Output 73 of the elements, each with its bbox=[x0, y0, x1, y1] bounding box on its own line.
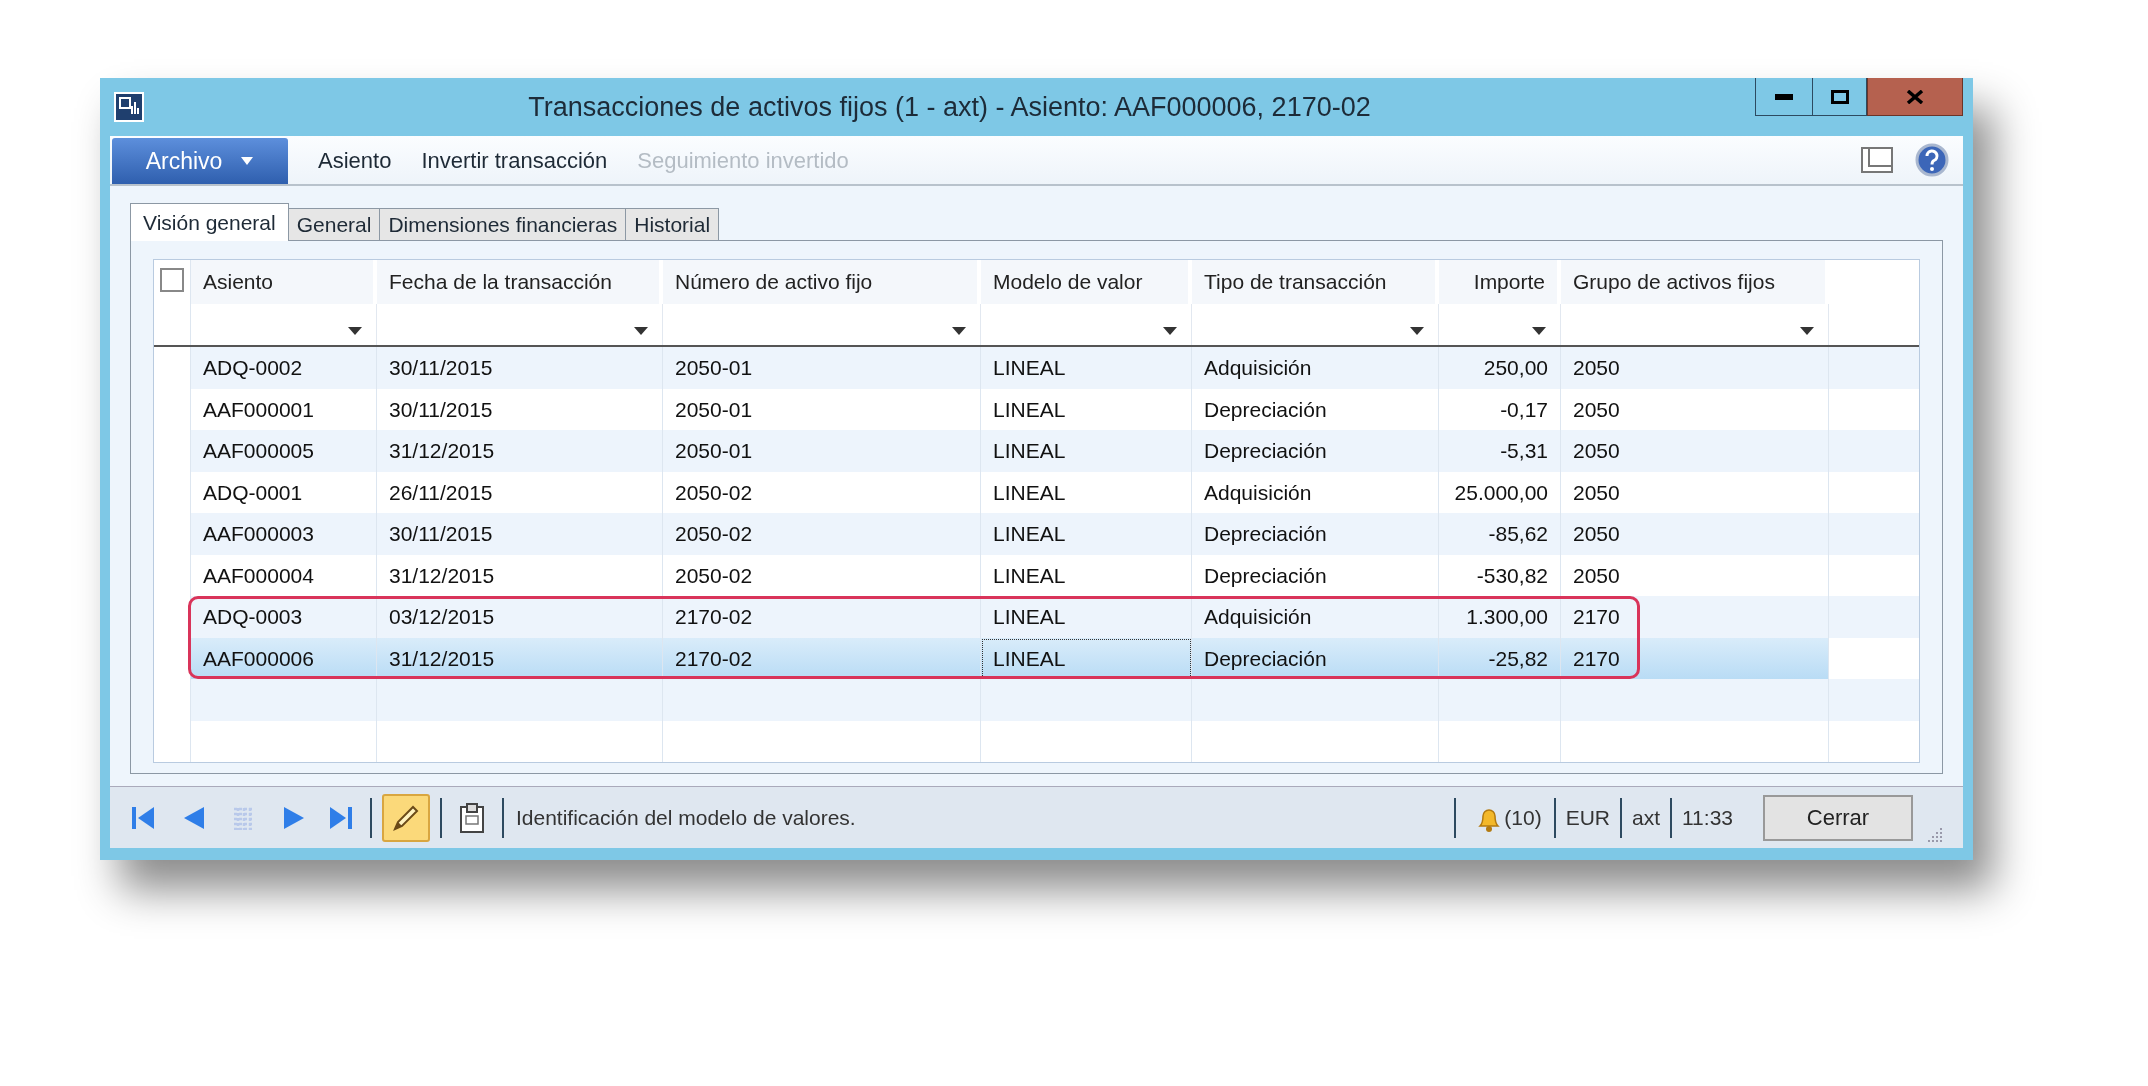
tab[interactable]: General bbox=[288, 208, 381, 240]
table-cell[interactable]: 2050-01 bbox=[663, 347, 981, 389]
close-button[interactable] bbox=[1867, 78, 1963, 116]
table-cell[interactable]: 03/12/2015 bbox=[377, 596, 663, 638]
table-cell[interactable]: 31/12/2015 bbox=[377, 430, 663, 472]
panel-icon[interactable] bbox=[1861, 147, 1893, 173]
filter-dropdown-icon[interactable] bbox=[1410, 327, 1424, 335]
table-cell[interactable]: ADQ-0003 bbox=[191, 596, 377, 638]
table-cell[interactable]: 30/11/2015 bbox=[377, 513, 663, 555]
table-cell[interactable]: LINEAL bbox=[981, 596, 1192, 638]
tab[interactable]: Dimensiones financieras bbox=[380, 208, 627, 240]
table-cell[interactable]: Depreciación bbox=[1192, 637, 1439, 679]
table-cell[interactable]: Depreciación bbox=[1192, 513, 1439, 555]
minimize-button[interactable] bbox=[1755, 78, 1813, 116]
filter-dropdown-icon[interactable] bbox=[1163, 327, 1177, 335]
help-icon[interactable] bbox=[1915, 143, 1949, 177]
table-cell[interactable]: 2170 bbox=[1561, 637, 1829, 679]
table-cell[interactable]: AAF000006 bbox=[191, 637, 377, 679]
menu-item[interactable]: Asiento bbox=[318, 143, 392, 177]
table-cell[interactable]: 2050 bbox=[1561, 513, 1829, 555]
menu-item[interactable]: Invertir transacción bbox=[421, 143, 608, 177]
previous-record-icon[interactable] bbox=[182, 804, 206, 831]
tab[interactable]: Visión general bbox=[130, 203, 289, 241]
table-cell[interactable]: 1.300,00 bbox=[1439, 596, 1561, 638]
table-cell[interactable]: 31/12/2015 bbox=[377, 637, 663, 679]
table-cell[interactable]: 250,00 bbox=[1439, 347, 1561, 389]
file-menu-button[interactable]: Archivo bbox=[112, 138, 288, 184]
company-label: axt bbox=[1632, 804, 1660, 831]
table-cell[interactable]: 2170-02 bbox=[663, 637, 981, 679]
table-cell[interactable]: -85,62 bbox=[1439, 513, 1561, 555]
table-cell[interactable]: Adquisición bbox=[1192, 596, 1439, 638]
filter-dropdown-icon[interactable] bbox=[952, 327, 966, 335]
minimize-icon bbox=[1775, 93, 1793, 100]
table-cell[interactable]: 2050-01 bbox=[663, 430, 981, 472]
filter-dropdown-icon[interactable] bbox=[1800, 327, 1814, 335]
filter-dropdown-icon[interactable] bbox=[1532, 327, 1546, 335]
table-cell[interactable]: LINEAL bbox=[981, 347, 1192, 389]
edit-mode-button[interactable] bbox=[382, 793, 430, 842]
last-record-icon[interactable] bbox=[328, 804, 354, 831]
status-message: Identificación del modelo de valores. bbox=[516, 804, 857, 831]
filter-dropdown-icon[interactable] bbox=[348, 327, 362, 335]
select-all-checkbox[interactable] bbox=[160, 268, 184, 292]
tab[interactable]: Historial bbox=[626, 208, 720, 240]
table-cell[interactable]: Adquisición bbox=[1192, 347, 1439, 389]
close-form-button[interactable]: Cerrar bbox=[1763, 794, 1913, 841]
window-title: Transacciones de activos fijos (1 - axt) - Asiento: AAF000006, 2170-02 bbox=[527, 90, 1372, 124]
table-cell[interactable]: 2050-02 bbox=[663, 513, 981, 555]
filter-dropdown-icon[interactable] bbox=[634, 327, 648, 335]
currency-label: EUR bbox=[1565, 804, 1610, 831]
first-record-icon[interactable] bbox=[130, 804, 156, 831]
close-icon bbox=[1906, 89, 1924, 104]
table-cell[interactable]: ADQ-0002 bbox=[191, 347, 377, 389]
app-logo-icon bbox=[114, 92, 144, 122]
table-cell[interactable]: 2050 bbox=[1561, 430, 1829, 472]
table-cell[interactable]: LINEAL bbox=[981, 430, 1192, 472]
table-cell[interactable]: -25,82 bbox=[1439, 637, 1561, 679]
caret-icon bbox=[240, 157, 255, 165]
table-cell[interactable]: Depreciación bbox=[1192, 430, 1439, 472]
table-cell[interactable]: LINEAL bbox=[981, 637, 1192, 679]
table-cell[interactable]: 2050 bbox=[1561, 347, 1829, 389]
table-cell[interactable]: 2170-02 bbox=[663, 596, 981, 638]
clock-time: 11:33 bbox=[1682, 804, 1733, 831]
table-cell[interactable]: -5,31 bbox=[1439, 430, 1561, 472]
table-cell[interactable]: AAF000005 bbox=[191, 430, 377, 472]
table-cell[interactable]: AAF000003 bbox=[191, 513, 377, 555]
clipboard-icon[interactable] bbox=[458, 801, 486, 834]
maximize-icon bbox=[1830, 89, 1849, 104]
table-cell[interactable]: 2170 bbox=[1561, 596, 1829, 638]
notification-count[interactable]: (10) bbox=[1504, 801, 1542, 834]
resize-grip-icon[interactable] bbox=[1925, 826, 1943, 844]
table-cell[interactable]: LINEAL bbox=[981, 513, 1192, 555]
table-cell[interactable]: 30/11/2015 bbox=[377, 347, 663, 389]
next-record-icon[interactable] bbox=[282, 804, 306, 831]
